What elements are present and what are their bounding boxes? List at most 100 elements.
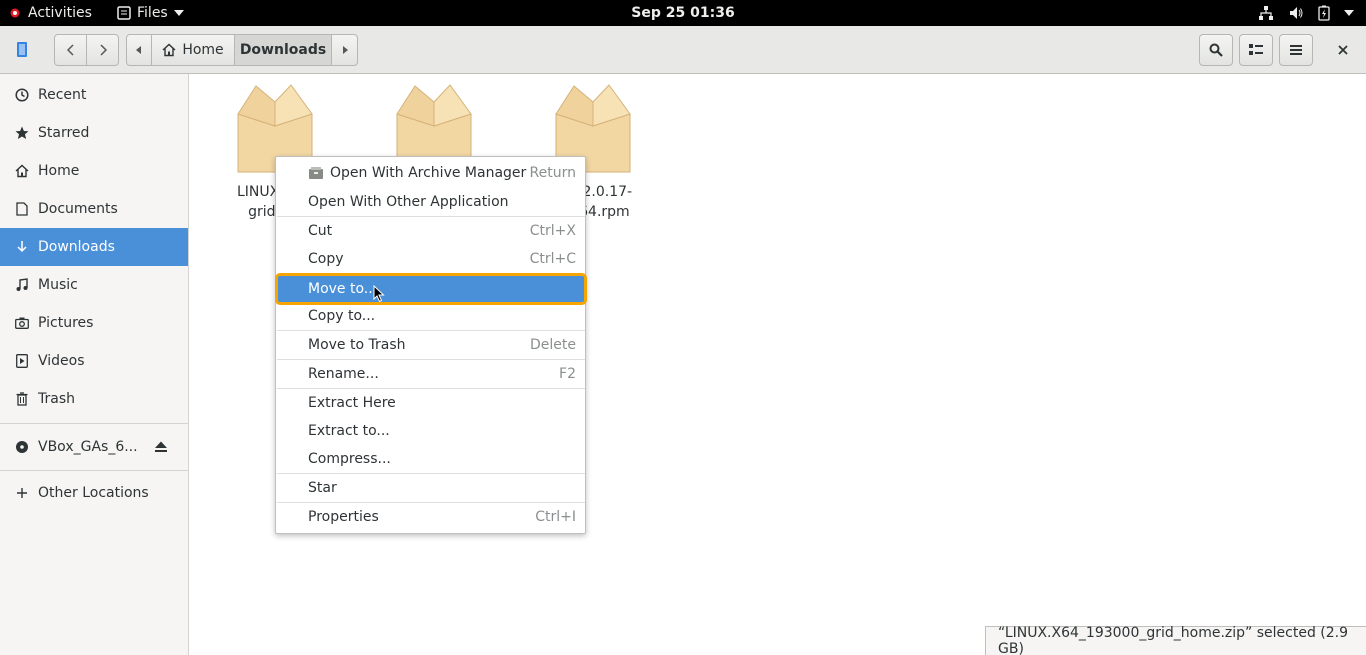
menu-item-label: Move to Trash	[308, 337, 406, 353]
menu-item-label: Open With Archive Manager	[330, 165, 527, 181]
menu-item-accel: Return	[529, 165, 576, 181]
triangle-left-icon	[136, 46, 141, 54]
path-home-button[interactable]: Home	[151, 34, 235, 66]
clock[interactable]: Sep 25 01:36	[631, 5, 734, 21]
system-tray[interactable]	[1258, 0, 1354, 26]
menu-button[interactable]	[1279, 34, 1313, 66]
menu-item-move-to-trash[interactable]: Move to Trash Delete	[277, 332, 585, 358]
sidebar: Recent Starred Home Documents Downloads …	[0, 74, 189, 655]
chevron-right-icon	[99, 44, 107, 56]
search-button[interactable]	[1199, 34, 1233, 66]
menu-separator	[277, 216, 585, 217]
menu-item-extract-to[interactable]: Extract to...	[277, 418, 585, 444]
home-icon	[162, 43, 176, 57]
menu-item-open-archive-manager[interactable]: Open With Archive Manager Return	[277, 160, 585, 186]
menu-item-cut[interactable]: Cut Ctrl+X	[277, 218, 585, 244]
menu-item-label: Rename...	[308, 366, 379, 382]
close-icon	[1338, 45, 1348, 55]
context-menu: Open With Archive Manager Return Open Wi…	[275, 156, 587, 534]
path-scroll-right-button[interactable]	[331, 34, 358, 66]
hamburger-icon	[1290, 45, 1302, 55]
sidebar-item-starred[interactable]: Starred	[0, 114, 188, 152]
menu-item-copy[interactable]: Copy Ctrl+C	[277, 246, 585, 272]
menu-item-rename[interactable]: Rename... F2	[277, 361, 585, 387]
files-app-icon	[17, 42, 27, 57]
sidebar-item-device[interactable]: VBox_GAs_6...	[0, 428, 188, 466]
activities-label: Activities	[28, 5, 92, 21]
sidebar-item-downloads[interactable]: Downloads	[0, 228, 188, 266]
fedora-logo-icon	[10, 8, 20, 18]
menu-item-label: Open With Other Application	[308, 194, 509, 210]
sidebar-item-pictures[interactable]: Pictures	[0, 304, 188, 342]
path-downloads-button[interactable]: Downloads	[234, 34, 332, 66]
sidebar-item-recent[interactable]: Recent	[0, 76, 188, 114]
archive-manager-icon	[309, 167, 323, 179]
menu-item-label: Properties	[308, 509, 379, 525]
menu-item-compress[interactable]: Compress...	[277, 446, 585, 472]
music-icon	[16, 278, 28, 291]
menu-item-copy-to[interactable]: Copy to...	[277, 303, 585, 329]
sidebar-item-label: Documents	[38, 201, 118, 217]
network-icon	[1259, 6, 1273, 20]
menu-item-label: Compress...	[308, 451, 391, 467]
chevron-down-icon	[1344, 10, 1354, 16]
sidebar-separator	[0, 470, 188, 471]
menu-item-extract-here[interactable]: Extract Here	[277, 390, 585, 416]
menu-item-accel: F2	[559, 366, 576, 382]
download-icon	[17, 241, 27, 253]
menu-item-move-to[interactable]: Move to...	[275, 273, 587, 305]
sidebar-item-music[interactable]: Music	[0, 266, 188, 304]
menu-item-label: Copy to...	[308, 308, 376, 324]
sidebar-item-label: Pictures	[38, 315, 94, 331]
path-downloads-label: Downloads	[239, 42, 327, 58]
menu-item-label: Extract Here	[308, 395, 396, 411]
menu-item-star[interactable]: Star	[277, 475, 585, 501]
menu-separator	[277, 502, 585, 503]
forward-button[interactable]	[86, 34, 119, 66]
chevron-down-icon	[173, 10, 184, 16]
sidebar-item-label: Home	[38, 163, 80, 179]
disc-icon	[16, 441, 28, 453]
eject-icon[interactable]	[154, 441, 168, 453]
path-home-label: Home	[182, 42, 224, 58]
menu-item-properties[interactable]: Properties Ctrl+I	[277, 504, 585, 530]
mouse-pointer-icon	[373, 285, 385, 303]
sidebar-item-label: Recent	[38, 87, 87, 103]
plus-icon	[17, 488, 27, 498]
menu-item-label: Cut	[308, 223, 333, 239]
sidebar-item-label: Music	[38, 277, 78, 293]
star-icon	[15, 126, 29, 139]
sidebar-item-videos[interactable]: Videos	[0, 342, 188, 380]
view-toggle-button[interactable]	[1239, 34, 1273, 66]
menu-separator	[277, 359, 585, 360]
chevron-left-icon	[66, 44, 74, 56]
files-app-icon	[117, 6, 131, 20]
menu-separator	[277, 473, 585, 474]
close-window-button[interactable]	[1328, 34, 1358, 66]
selection-status: “LINUX.X64_193000_grid_home.zip” selecte…	[998, 625, 1349, 655]
sidebar-item-label: Starred	[38, 125, 90, 141]
app-menu-button[interactable]: Files	[117, 0, 184, 26]
menu-item-label: Extract to...	[308, 423, 390, 439]
top-bar: Activities Files Sep 25 01:36	[0, 0, 1366, 26]
sidebar-item-home[interactable]: Home	[0, 152, 188, 190]
menu-item-accel: Ctrl+I	[535, 509, 576, 525]
search-icon	[1209, 43, 1223, 57]
document-icon	[16, 202, 28, 216]
trash-icon	[16, 392, 28, 406]
activities-button[interactable]: Activities	[10, 0, 92, 26]
back-button[interactable]	[54, 34, 87, 66]
menu-item-label: Copy	[308, 251, 344, 267]
sidebar-item-label: VBox_GAs_6...	[38, 439, 138, 455]
clock-icon	[15, 88, 29, 102]
menu-separator	[277, 330, 585, 331]
sidebar-item-documents[interactable]: Documents	[0, 190, 188, 228]
menu-item-open-other-application[interactable]: Open With Other Application	[277, 189, 585, 215]
video-icon	[16, 354, 28, 368]
menu-separator	[277, 388, 585, 389]
sidebar-item-other-locations[interactable]: Other Locations	[0, 474, 188, 512]
sidebar-item-trash[interactable]: Trash	[0, 380, 188, 418]
menu-item-label: Star	[308, 480, 337, 496]
path-scroll-left-button[interactable]	[126, 34, 152, 66]
menu-item-accel: Ctrl+X	[529, 223, 576, 239]
